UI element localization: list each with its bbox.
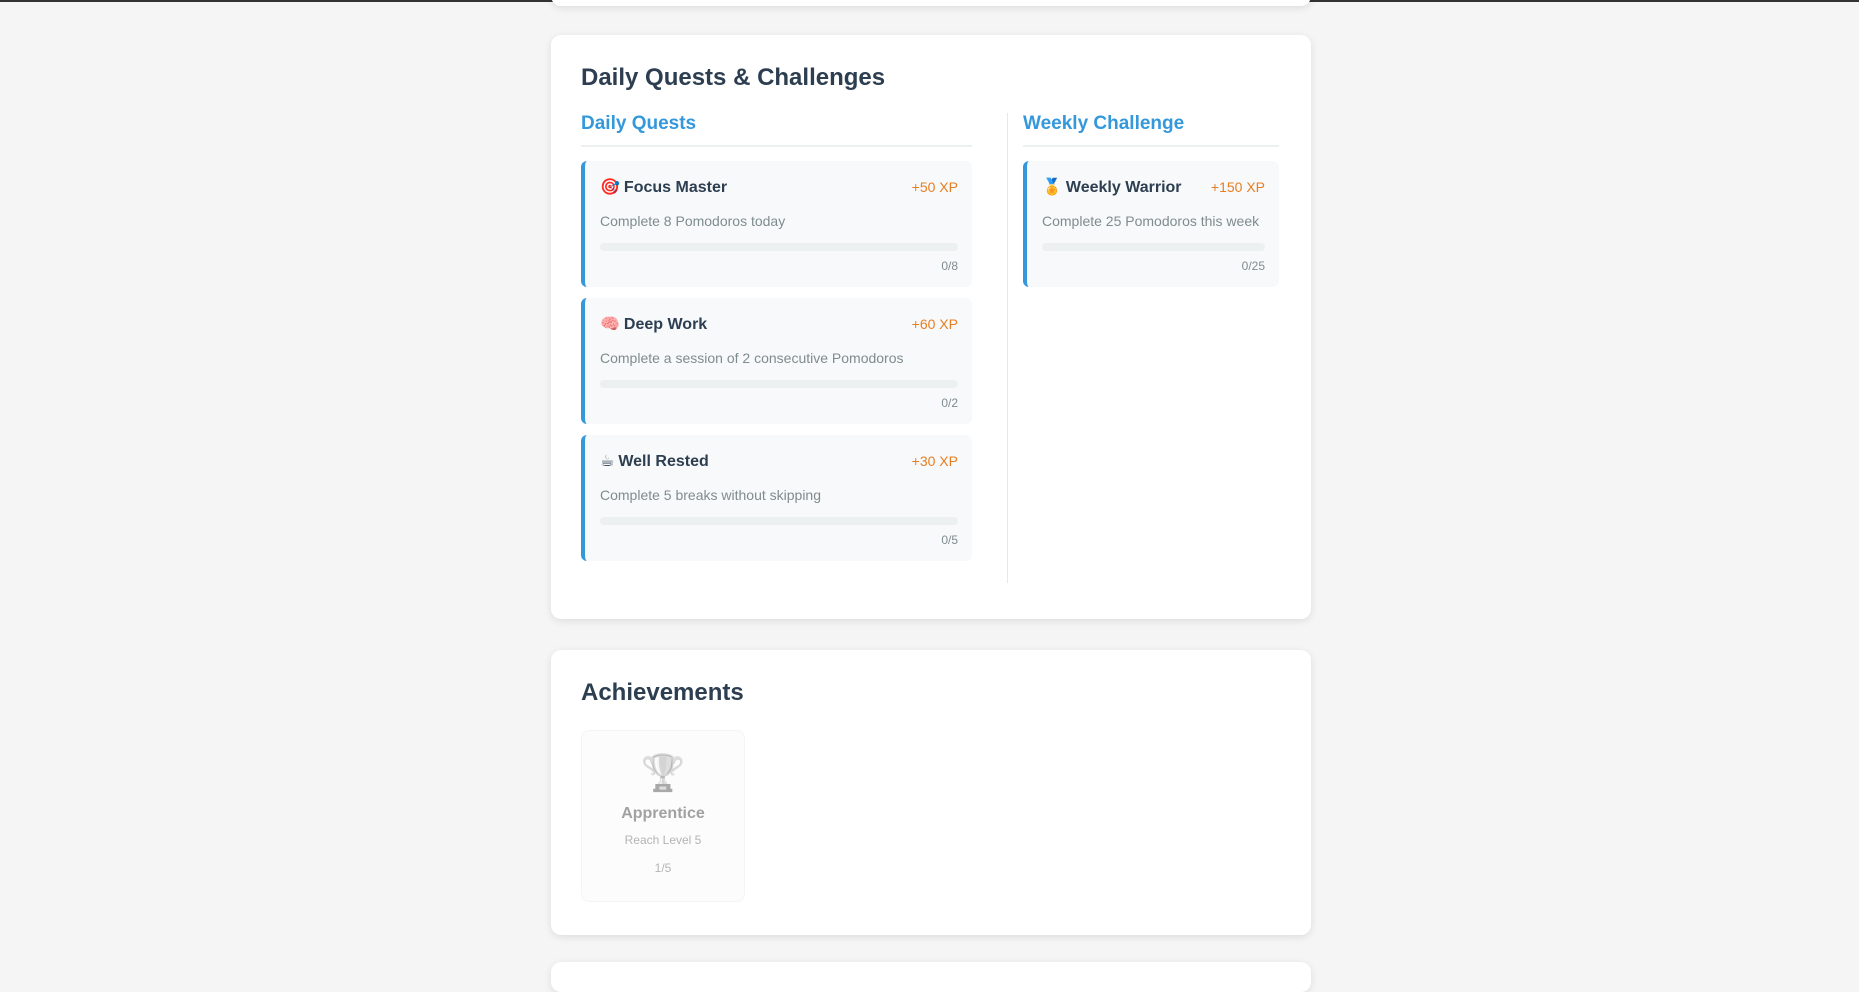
quest-progress-bar bbox=[600, 243, 958, 251]
trophy-icon: 🏆 bbox=[640, 752, 686, 793]
quest-xp-reward: +150 XP bbox=[1210, 179, 1265, 195]
quest-name: ☕ Well Rested bbox=[600, 451, 709, 471]
quest-header: ☕ Well Rested +30 XP bbox=[600, 451, 958, 471]
quest-description: Complete a session of 2 consecutive Pomo… bbox=[600, 350, 904, 366]
quest-card-weekly-warrior: 🏅 Weekly Warrior +150 XP Complete 25 Pomo… bbox=[1023, 161, 1279, 287]
quest-header: 🎯 Focus Master +50 XP bbox=[600, 177, 958, 197]
quest-xp-reward: +60 XP bbox=[911, 316, 958, 332]
quest-progress-count: 0/2 bbox=[941, 396, 958, 410]
quest-header: 🏅 Weekly Warrior +150 XP bbox=[1042, 177, 1265, 197]
quest-card-well-rested: ☕ Well Rested +30 XP Complete 5 breaks wi… bbox=[581, 435, 972, 561]
medal-icon: 🏅 bbox=[1042, 179, 1062, 196]
quests-card: Daily Quests & Challenges Daily Quests 🎯… bbox=[551, 35, 1311, 619]
quest-name-text: Focus Master bbox=[623, 179, 728, 196]
achievements-section-title: Achievements bbox=[581, 679, 744, 706]
brain-icon: 🧠 bbox=[600, 316, 620, 333]
quests-section-title: Daily Quests & Challenges bbox=[581, 64, 886, 91]
quest-progress-bar bbox=[600, 517, 958, 525]
quest-xp-reward: +50 XP bbox=[911, 179, 958, 195]
achievements-grid: 🏆 Apprentice Reach Level 5 1/5 bbox=[581, 730, 1281, 902]
quest-name: 🎯 Focus Master bbox=[600, 177, 727, 197]
target-icon: 🎯 bbox=[600, 179, 620, 196]
quest-name-text: Deep Work bbox=[623, 316, 708, 333]
quest-name-text: Well Rested bbox=[618, 453, 709, 470]
quest-header: 🧠 Deep Work +60 XP bbox=[600, 314, 958, 334]
daily-quests-column: Daily Quests 🎯 Focus Master +50 XP Comple… bbox=[581, 113, 972, 583]
quest-progress-count: 0/5 bbox=[941, 533, 958, 547]
achievement-description: Reach Level 5 bbox=[624, 833, 702, 847]
quest-card-deep-work: 🧠 Deep Work +60 XP Complete a session of … bbox=[581, 298, 972, 424]
quest-description: Complete 5 breaks without skipping bbox=[600, 487, 822, 503]
quest-description: Complete 25 Pomodoros this week bbox=[1042, 213, 1260, 229]
quest-progress-count: 0/25 bbox=[1241, 259, 1265, 273]
daily-quests-title: Daily Quests bbox=[581, 113, 972, 147]
quest-progress-bar bbox=[600, 380, 958, 388]
achievement-apprentice: 🏆 Apprentice Reach Level 5 1/5 bbox=[581, 730, 745, 902]
quest-card-focus-master: 🎯 Focus Master +50 XP Complete 8 Pomodoro… bbox=[581, 161, 972, 287]
next-card bbox=[551, 962, 1311, 992]
achievement-name: Apprentice bbox=[621, 805, 705, 822]
quest-name: 🏅 Weekly Warrior bbox=[1042, 177, 1182, 197]
coffee-icon: ☕ bbox=[600, 453, 615, 470]
quest-description: Complete 8 Pomodoros today bbox=[600, 213, 786, 229]
achievements-card: Achievements 🏆 Apprentice Reach Level 5 … bbox=[551, 650, 1311, 935]
weekly-challenge-title: Weekly Challenge bbox=[1023, 113, 1279, 147]
quest-xp-reward: +30 XP bbox=[911, 453, 958, 469]
previous-card bbox=[551, 0, 1311, 6]
quests-columns: Daily Quests 🎯 Focus Master +50 XP Comple… bbox=[581, 113, 1281, 583]
quest-progress-bar bbox=[1042, 243, 1265, 251]
achievement-progress: 1/5 bbox=[654, 861, 672, 875]
weekly-challenge-column: Weekly Challenge 🏅 Weekly Warrior +150 XP… bbox=[1023, 113, 1279, 583]
quest-name-text: Weekly Warrior bbox=[1065, 179, 1182, 196]
quest-progress-count: 0/8 bbox=[941, 259, 958, 273]
quest-name: 🧠 Deep Work bbox=[600, 314, 707, 334]
column-divider bbox=[1007, 113, 1008, 583]
